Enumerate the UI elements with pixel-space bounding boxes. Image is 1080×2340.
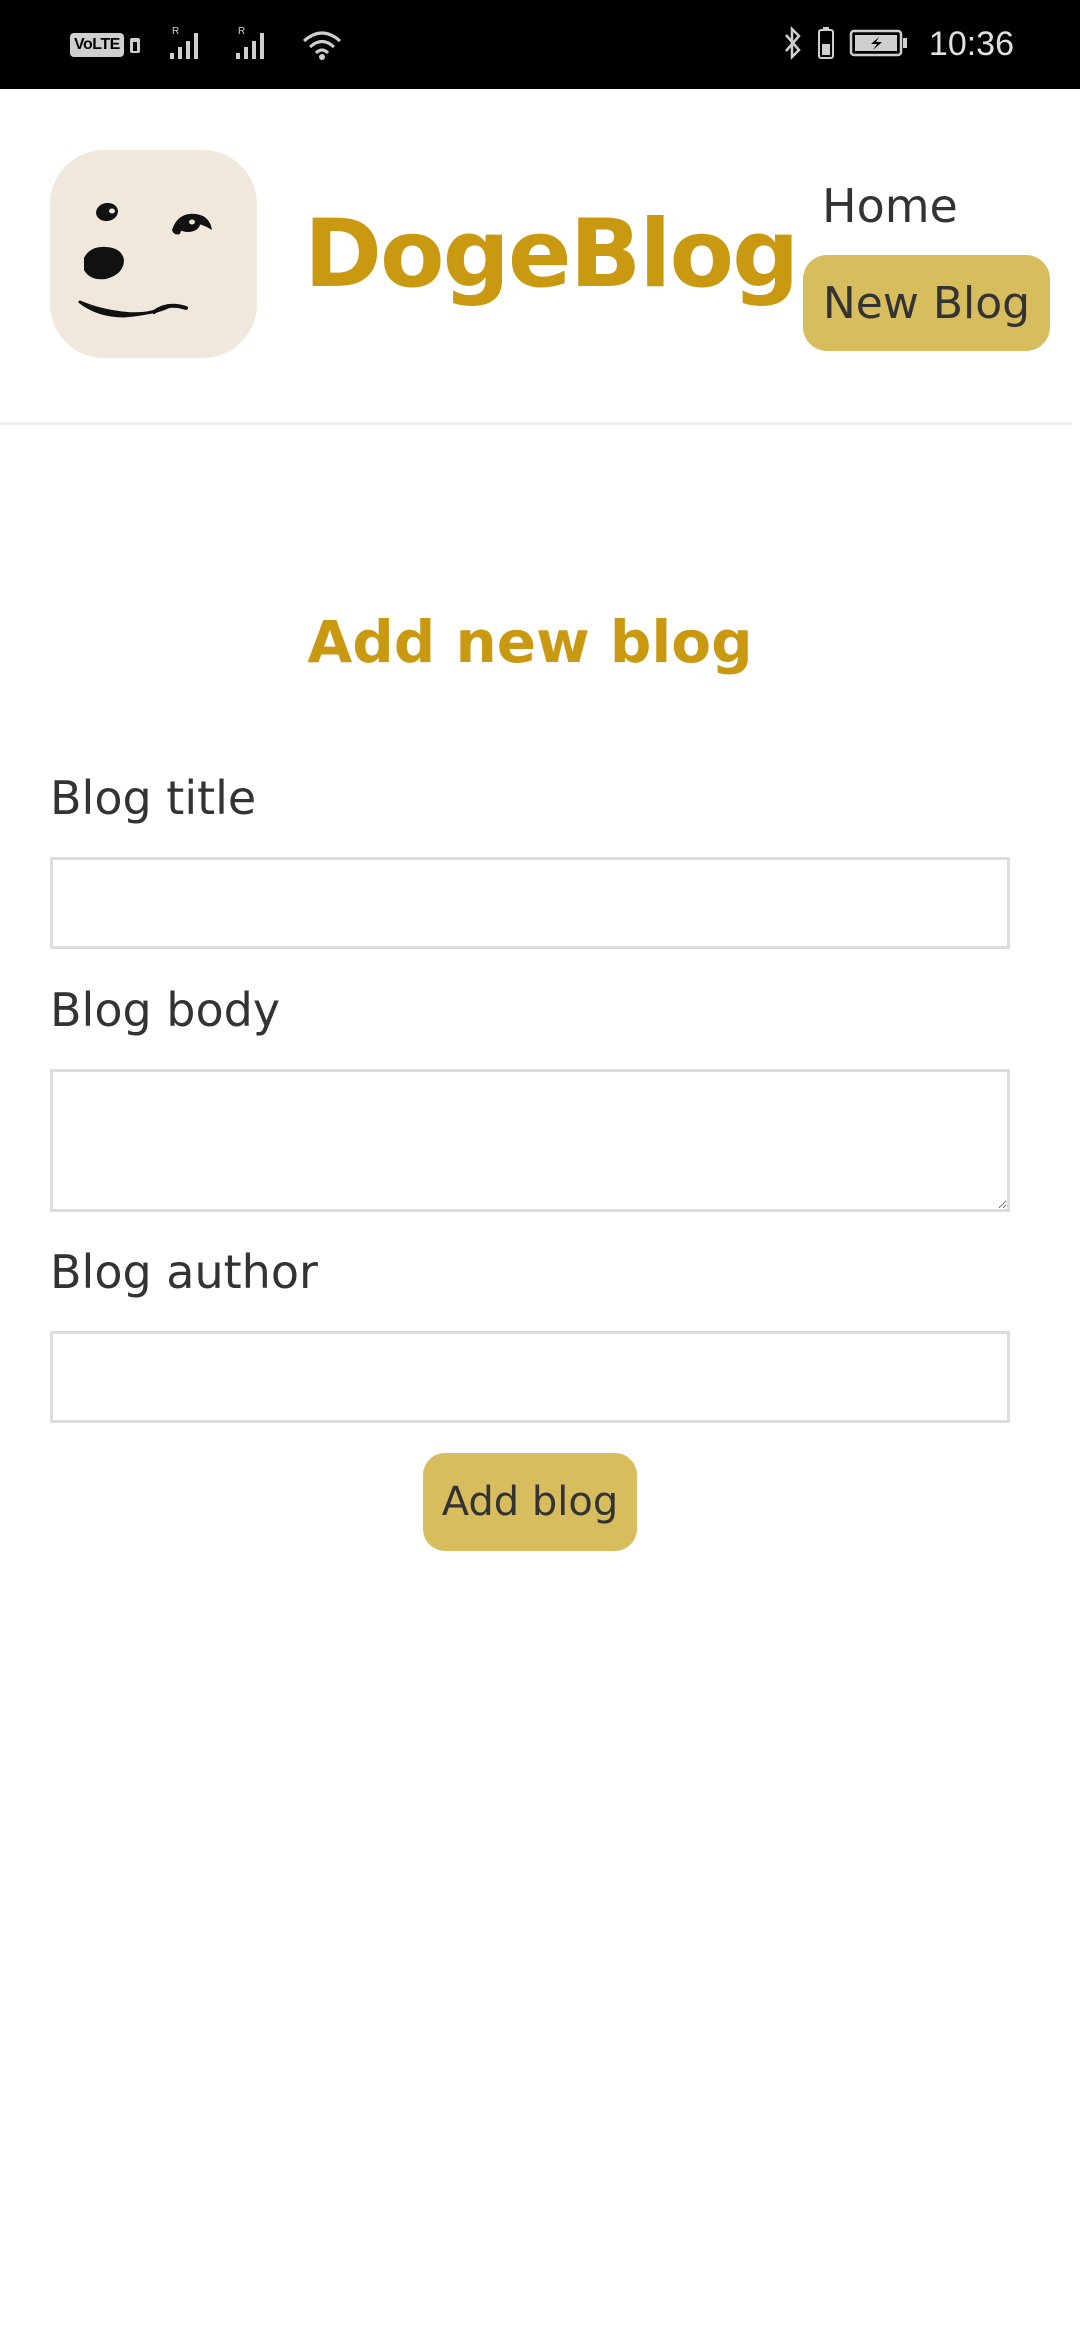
bluetooth-icon <box>783 25 803 64</box>
clock: 10:36 <box>928 25 1014 63</box>
site-header: DogeBlog Home New Blog <box>0 89 1072 425</box>
volte-badge-text: VoLTE <box>70 32 124 57</box>
status-bar: VoLTE R R 10:36 <box>0 0 1080 89</box>
volte-icon: VoLTE <box>70 32 142 57</box>
nav-new-blog-button[interactable]: New Blog <box>803 255 1050 351</box>
status-bar-left: VoLTE R R <box>70 0 344 89</box>
svg-text:R: R <box>238 26 245 37</box>
blog-body-textarea[interactable] <box>50 1069 1010 1212</box>
nav-home-link[interactable]: Home <box>822 179 958 233</box>
blog-title-label: Blog title <box>50 771 257 825</box>
blog-body-label: Blog body <box>50 983 281 1037</box>
add-blog-button[interactable]: Add blog <box>423 1453 637 1551</box>
signal-icon: R <box>234 25 274 65</box>
doge-logo-icon[interactable] <box>50 150 257 358</box>
site-brand[interactable]: DogeBlog <box>304 199 799 311</box>
battery-icon <box>817 26 835 64</box>
status-bar-right: 10:36 <box>783 0 1014 89</box>
battery-charging-icon <box>849 28 909 62</box>
blog-author-input[interactable] <box>50 1331 1010 1423</box>
blog-title-input[interactable] <box>50 857 1010 949</box>
svg-text:R: R <box>172 26 179 37</box>
wifi-icon <box>300 25 344 65</box>
page-title: Add new blog <box>307 608 753 676</box>
blog-author-label: Blog author <box>50 1245 318 1299</box>
signal-icon: R <box>168 25 208 65</box>
